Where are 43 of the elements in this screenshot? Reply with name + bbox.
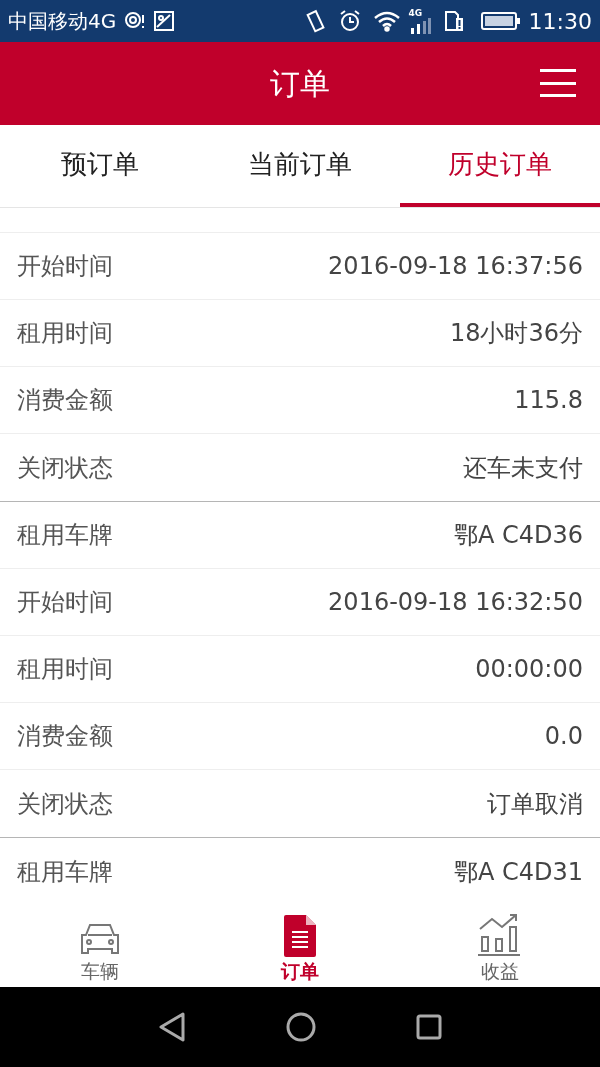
field-value: 2016-09-18 16:37:56 <box>328 251 583 282</box>
back-icon[interactable] <box>158 1011 186 1043</box>
field-label: 租用车牌 <box>17 520 113 551</box>
field-label: 租用时间 <box>17 654 113 685</box>
field-label: 消费金额 <box>17 385 113 416</box>
signal-icon <box>408 17 431 34</box>
menu-button[interactable] <box>540 66 576 100</box>
tab[interactable]: 当前订单 <box>200 125 400 207</box>
carrier-text: 中国移动4G <box>8 8 117 35</box>
nav-tab[interactable]: 订单 <box>200 905 400 987</box>
image-icon <box>154 11 175 31</box>
recents-icon[interactable] <box>416 1014 442 1040</box>
page-title: 订单 <box>270 65 330 103</box>
nav-tab[interactable]: 收益 <box>400 905 600 987</box>
field-value: 0.0 <box>544 721 583 752</box>
field-value: 115.8 <box>514 385 583 416</box>
alarm-icon <box>338 10 361 32</box>
field-value: 鄂A C4D31 <box>453 856 583 888</box>
network-type-text: 4G <box>408 8 423 18</box>
wifi-icon <box>372 10 401 32</box>
field-label: 消费金额 <box>17 721 113 752</box>
field-value: 2016-09-18 16:32:50 <box>328 587 583 618</box>
field-label: 开始时间 <box>17 251 113 282</box>
field-value: 18小时36分 <box>449 318 583 349</box>
tab[interactable]: 预订单 <box>0 125 200 207</box>
home-icon[interactable] <box>286 1012 316 1042</box>
field-value: 订单取消 <box>487 788 583 820</box>
field-value: 还车未支付 <box>463 452 583 484</box>
tab[interactable]: 历史订单 <box>400 125 600 207</box>
field-label: 关闭状态 <box>17 452 113 484</box>
nav-tab[interactable]: 车辆 <box>0 905 200 987</box>
field-label: 关闭状态 <box>17 788 113 820</box>
field-label: 租用时间 <box>17 318 113 349</box>
field-value: 00:00:00 <box>475 654 583 685</box>
clock-text: 11:30 <box>528 7 592 36</box>
field-value: 鄂A C4D36 <box>453 520 583 551</box>
field-label: 开始时间 <box>17 587 113 618</box>
battery-icon <box>480 11 521 31</box>
field-label: 租用车牌 <box>17 856 113 888</box>
car-icon <box>78 921 122 957</box>
document-icon <box>284 915 316 957</box>
bar-chart-icon <box>478 913 522 957</box>
sim-alert-icon <box>442 10 465 32</box>
